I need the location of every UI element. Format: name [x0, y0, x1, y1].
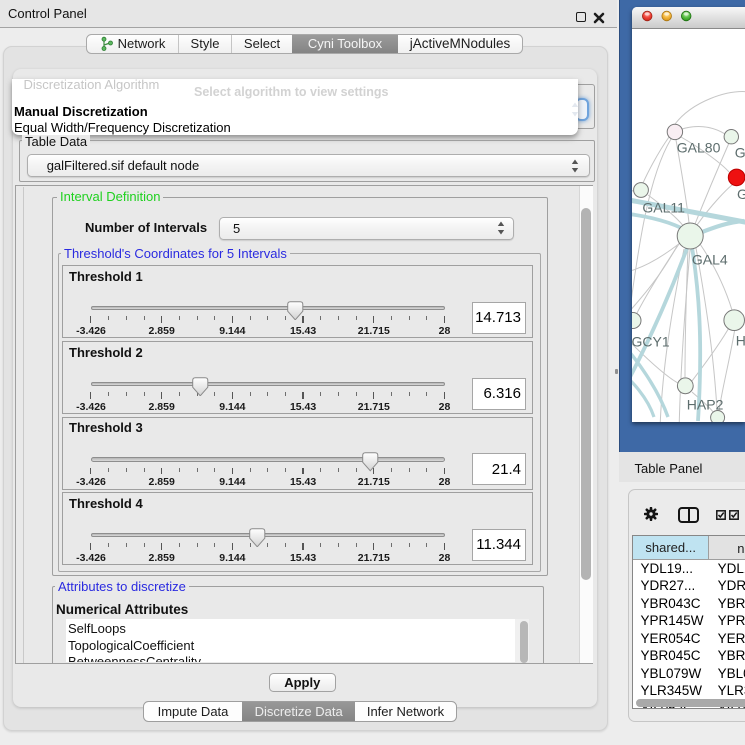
- svg-text:GAL80: GAL80: [677, 139, 721, 155]
- svg-text:H: H: [736, 332, 745, 348]
- svg-text:GA: GA: [735, 144, 745, 160]
- svg-text:GCY1: GCY1: [632, 333, 670, 349]
- svg-text:GAL11: GAL11: [642, 199, 685, 215]
- svg-text:G: G: [737, 186, 745, 202]
- svg-text:HAP2: HAP2: [687, 396, 724, 412]
- svg-text:GAL4: GAL4: [692, 251, 728, 267]
